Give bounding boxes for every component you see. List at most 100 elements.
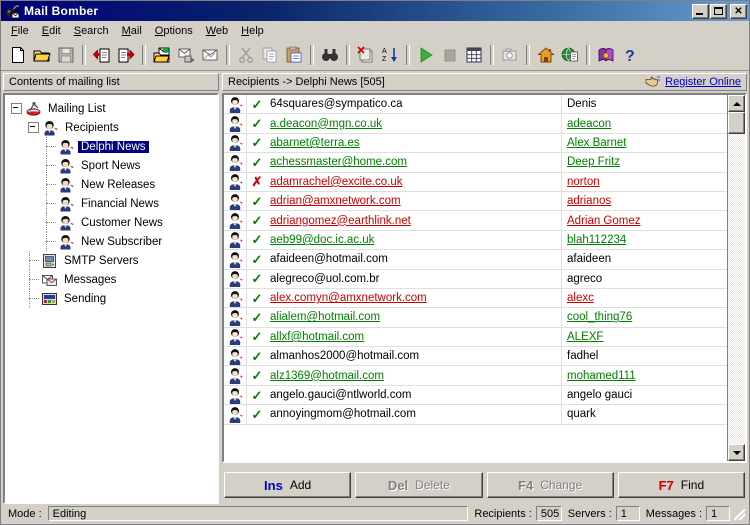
check-mark-icon[interactable]: ✓	[247, 136, 267, 149]
register-online-link[interactable]: Register Online	[665, 76, 741, 88]
table-row[interactable]: ✓alialem@hotmail.comcool_thing76	[224, 308, 727, 327]
paste-icon[interactable]	[282, 43, 306, 67]
add-button[interactable]: InsAdd	[224, 472, 351, 498]
save-disk-icon[interactable]	[54, 43, 78, 67]
table-row[interactable]: ✓alz1369@hotmail.commohamed111	[224, 366, 727, 385]
menu-search[interactable]: Search	[68, 23, 116, 39]
table-row[interactable]: ✓adriangomez@earthlink.netAdrian Gomez	[224, 211, 727, 230]
tree-item-sending[interactable]: Sending	[11, 289, 217, 308]
tree-item-smtp-servers[interactable]: SMTP Servers	[11, 251, 217, 270]
table-row[interactable]: ✓allxf@hotmail.comALEXF	[224, 328, 727, 347]
tree-collapse-icon[interactable]	[11, 103, 22, 114]
start-send-icon[interactable]	[414, 43, 438, 67]
table-row[interactable]: ✓annoyingmom@hotmail.comquark	[224, 405, 727, 424]
vertical-scrollbar[interactable]	[727, 95, 745, 461]
check-mark-icon[interactable]: ✓	[247, 350, 267, 363]
check-mark-icon[interactable]: ✓	[247, 330, 267, 343]
open-folder-icon[interactable]	[30, 43, 54, 67]
scroll-up-button[interactable]	[728, 95, 745, 112]
button-label: Change	[540, 478, 582, 492]
open-message-icon[interactable]	[150, 43, 174, 67]
table-row[interactable]: ✗adamrachel@excite.co.uknorton	[224, 173, 727, 192]
check-mark-icon[interactable]: ✓	[247, 389, 267, 402]
remove-duplicates-icon[interactable]	[354, 43, 378, 67]
table-row[interactable]: ✓64squares@sympatico.caDenis	[224, 95, 727, 114]
check-mark-icon[interactable]: ✓	[247, 98, 267, 111]
check-mark-icon[interactable]: ✓	[247, 369, 267, 382]
table-row[interactable]: ✓adrian@amxnetwork.comadrianos	[224, 192, 727, 211]
recipients-rows[interactable]: ✓64squares@sympatico.caDenis✓a.deacon@mg…	[224, 95, 727, 461]
export-list-icon[interactable]	[114, 43, 138, 67]
tree-item-mailing-list[interactable]: Mailing List	[11, 99, 217, 118]
tree-item-new-releases[interactable]: New Releases	[11, 175, 217, 194]
table-row[interactable]: ✓aeb99@doc.ic.ac.ukblah112234	[224, 231, 727, 250]
tree-item-messages[interactable]: Messages	[11, 270, 217, 289]
stop-send-icon[interactable]	[438, 43, 462, 67]
table-row[interactable]: ✓abarnet@terra.esAlex Barnet	[224, 134, 727, 153]
check-mark-icon[interactable]: ✓	[247, 408, 267, 421]
tree-item-new-subscriber[interactable]: New Subscriber	[11, 232, 217, 251]
resize-grip[interactable]	[732, 506, 746, 521]
menu-help[interactable]: Help	[235, 23, 271, 39]
recipients-list[interactable]: ✓64squares@sympatico.caDenis✓a.deacon@mg…	[222, 93, 747, 463]
status-recipients-value: 505	[536, 506, 562, 521]
tree-item-financial-news[interactable]: Financial News	[11, 194, 217, 213]
minimize-button[interactable]	[692, 4, 709, 19]
menu-web[interactable]: Web	[200, 23, 235, 39]
preview-icon[interactable]	[498, 43, 522, 67]
copy-icon[interactable]	[258, 43, 282, 67]
window-title: Mail Bomber	[24, 4, 692, 18]
help-book-icon[interactable]	[594, 43, 618, 67]
about-question-icon[interactable]: ?	[618, 43, 642, 67]
check-mark-icon[interactable]: ✓	[247, 117, 267, 130]
cross-mark-icon[interactable]: ✗	[247, 175, 267, 188]
tree-collapse-icon[interactable]	[28, 122, 39, 133]
scroll-down-button[interactable]	[728, 444, 745, 461]
menu-options[interactable]: Options	[149, 23, 200, 39]
scroll-track[interactable]	[728, 112, 745, 444]
find-button[interactable]: F7Find	[618, 472, 745, 498]
check-mark-icon[interactable]: ✓	[247, 233, 267, 246]
menu-mail[interactable]: Mail	[116, 23, 149, 39]
check-mark-icon[interactable]: ✓	[247, 311, 267, 324]
email-cell: aeb99@doc.ic.ac.uk	[270, 234, 374, 246]
tree-item-customer-news[interactable]: Customer News	[11, 213, 217, 232]
web-page-icon[interactable]	[558, 43, 582, 67]
sort-az-icon[interactable]: AZ	[378, 43, 402, 67]
check-mark-icon[interactable]: ✓	[247, 292, 267, 305]
new-document-icon[interactable]	[6, 43, 30, 67]
table-row[interactable]: ✓a.deacon@mgn.co.ukadeacon	[224, 114, 727, 133]
name-column: agreco	[562, 270, 727, 288]
cut-icon[interactable]	[234, 43, 258, 67]
tree-item-label: Recipients	[62, 122, 122, 134]
check-mark-icon[interactable]: ✓	[247, 156, 267, 169]
grid-view-icon[interactable]	[462, 43, 486, 67]
check-mark-icon[interactable]: ✓	[247, 214, 267, 227]
maximize-button[interactable]	[710, 4, 727, 19]
table-row[interactable]: ✓almanhos2000@hotmail.comfadhel	[224, 347, 727, 366]
application-window: Mail Bomber ✕ File Edit Search Mail Opti…	[0, 0, 750, 525]
scroll-thumb[interactable]	[728, 112, 745, 134]
check-mark-icon[interactable]: ✓	[247, 253, 267, 266]
email-column: adrian@amxnetwork.com	[267, 192, 562, 210]
home-page-icon[interactable]	[534, 43, 558, 67]
table-row[interactable]: ✓achessmaster@home.comDeep Fritz	[224, 153, 727, 172]
menu-edit[interactable]: Edit	[36, 23, 68, 39]
table-row[interactable]: ✓alex.comyn@amxnetwork.comalexc	[224, 289, 727, 308]
message-properties-icon[interactable]	[198, 43, 222, 67]
mailing-list-tree[interactable]: Mailing List Recipients Delphi NewsSport N…	[3, 93, 219, 504]
tree-item-delphi-news[interactable]: Delphi News	[11, 137, 217, 156]
register-online-group[interactable]: Register Online	[645, 75, 741, 90]
table-row[interactable]: ✓angelo.gauci@ntlworld.comangelo gauci	[224, 386, 727, 405]
table-row[interactable]: ✓afaideen@hotmail.comafaideen	[224, 250, 727, 269]
tree-item-sport-news[interactable]: Sport News	[11, 156, 217, 175]
check-mark-icon[interactable]: ✓	[247, 272, 267, 285]
find-binoculars-icon[interactable]	[318, 43, 342, 67]
table-row[interactable]: ✓alegreco@uol.com.bragreco	[224, 270, 727, 289]
check-mark-icon[interactable]: ✓	[247, 195, 267, 208]
save-message-icon[interactable]	[174, 43, 198, 67]
tree-item-recipients[interactable]: Recipients	[11, 118, 217, 137]
import-list-icon[interactable]	[90, 43, 114, 67]
close-button[interactable]: ✕	[730, 4, 747, 19]
menu-file[interactable]: File	[5, 23, 36, 39]
